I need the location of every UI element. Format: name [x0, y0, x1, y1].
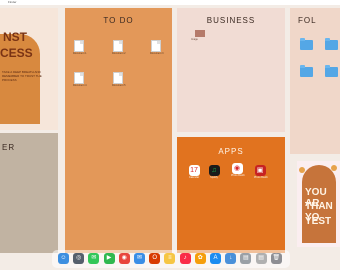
poster-line-2: CESS [0, 46, 33, 60]
app-photo-booth[interactable]: ◉ Photo Booth [231, 163, 245, 177]
facetime-icon[interactable]: ▶ [103, 253, 115, 264]
music-icon[interactable]: ♪ [179, 253, 191, 264]
dock: ☺ ◎ ✉ ▶ ◉ ✉ O ≡ ♪ ✿ A ↓ ▤ ▤ 🗑 [52, 250, 290, 268]
file-label: Document 1 [73, 52, 87, 55]
file-label: Document 2 [112, 52, 126, 55]
folders-title: FOL [298, 16, 317, 25]
decor-dot [331, 165, 337, 171]
business-panel: BUSINESS [177, 8, 285, 132]
messages-icon[interactable]: ✉ [88, 253, 100, 264]
todo-file-1[interactable]: Document 1 [73, 40, 87, 55]
document-icon [151, 40, 161, 52]
notes-icon[interactable]: ≡ [164, 253, 176, 264]
app-store-icon[interactable]: A [210, 253, 221, 264]
app-label: Calendar [188, 176, 200, 179]
app-calendar[interactable]: 17 Calendar [188, 165, 200, 179]
todo-file-4[interactable]: Document 4 [73, 72, 87, 87]
finder-icon[interactable]: ☺ [58, 253, 69, 264]
office-icon[interactable]: O [149, 253, 161, 264]
photos-icon[interactable]: ✿ [194, 253, 206, 264]
file-label: Document 4 [73, 84, 87, 87]
downloads-icon[interactable]: ↓ [225, 253, 237, 264]
folder-icon[interactable] [325, 38, 338, 50]
left-bottom-panel: ER [0, 133, 58, 253]
app-label: Spotify [210, 176, 218, 179]
apps-title: APPS [218, 147, 244, 156]
left-bottom-title: ER [2, 143, 16, 152]
poster-subtitle: TAKE A DEEP BREATH AND REMEMBER TO TRUST… [2, 70, 42, 82]
app-photo-booth-2[interactable]: ▣ Photo Booth [254, 165, 268, 179]
right-poster-widget: YOU AR THAN YO YEST [297, 161, 340, 247]
poster-line-1: NST [3, 30, 27, 44]
app-label: Photo Booth [231, 174, 245, 177]
folder-icon[interactable] [300, 38, 313, 50]
apps-panel: APPS [177, 137, 285, 253]
calendar-icon: 17 [188, 165, 200, 176]
camera-icon: ◉ [231, 163, 243, 174]
folder-icon[interactable] [300, 65, 313, 77]
app-label: Photo Booth [254, 176, 268, 179]
mail-icon[interactable]: ✉ [134, 253, 145, 264]
document-icon [74, 72, 84, 84]
menu-app-name[interactable]: Finder [8, 0, 17, 5]
photo-app-icon: ▣ [254, 165, 266, 176]
file-label: Document 3 [150, 52, 164, 55]
document-icon [113, 72, 123, 84]
document-icon [113, 40, 123, 52]
poster-line-3: YEST [305, 216, 332, 227]
launchpad-icon[interactable]: ◎ [73, 253, 85, 264]
app-spotify[interactable]: ♫ Spotify [208, 165, 220, 179]
folder-icon[interactable] [325, 65, 338, 77]
business-title: BUSINESS [206, 16, 256, 25]
menu-bar: Finder [0, 0, 340, 5]
file-label: Document 5 [112, 84, 126, 87]
folders-panel: FOL [290, 8, 340, 154]
spotify-icon: ♫ [208, 165, 220, 176]
document-thumb-icon[interactable]: ▤ [255, 253, 267, 264]
chrome-icon[interactable]: ◉ [118, 253, 130, 264]
image-file-icon[interactable] [195, 30, 205, 37]
todo-file-5[interactable]: Document 5 [112, 72, 126, 87]
decor-dot [299, 167, 305, 173]
document-icon [74, 40, 84, 52]
todo-title: TO DO [103, 16, 134, 25]
business-file-label: Image [191, 38, 198, 41]
trash-icon[interactable]: 🗑 [270, 253, 282, 264]
left-poster-widget: NST CESS TAKE A DEEP BREATH AND REMEMBER… [0, 8, 58, 130]
document-thumb-icon[interactable]: ▤ [240, 253, 252, 264]
todo-file-2[interactable]: Document 2 [112, 40, 126, 55]
todo-file-3[interactable]: Document 3 [150, 40, 164, 55]
